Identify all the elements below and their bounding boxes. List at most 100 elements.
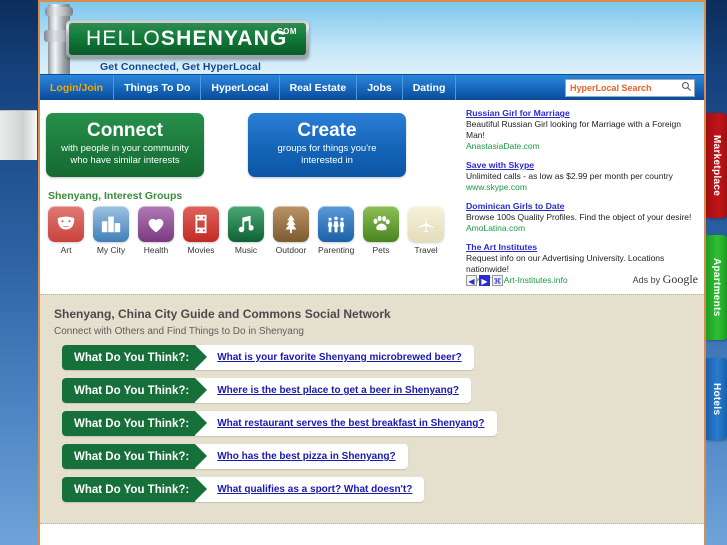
group-music-label: Music xyxy=(234,245,258,255)
question-tag: What Do You Think?: xyxy=(62,345,208,370)
main-navigation: Login/Join Things To Do HyperLocal Real … xyxy=(40,74,704,100)
nav-item-hyperlocal[interactable]: HyperLocal xyxy=(201,75,280,100)
logo-bold-part: SHENYANG xyxy=(160,27,288,50)
ad-item[interactable]: Save with Skype Unlimited calls - as low… xyxy=(466,160,698,193)
google-ads-panel: Russian Girl for Marriage Beautiful Russ… xyxy=(466,108,698,286)
film-strip-icon xyxy=(183,206,219,242)
question-row[interactable]: What Do You Think?: What is your favorit… xyxy=(62,345,474,370)
connect-subtitle: with people in your community who have s… xyxy=(61,143,189,166)
group-parenting-label: Parenting xyxy=(318,245,355,255)
question-link[interactable]: Where is the best place to get a beer in… xyxy=(217,385,459,396)
logo-sign-plate: HELLOSHENYANG .COM xyxy=(69,23,306,55)
group-outdoor[interactable]: Outdoor xyxy=(273,206,309,255)
side-tab-apartments[interactable]: Apartments xyxy=(706,235,727,340)
group-movies[interactable]: Movies xyxy=(183,206,219,255)
interest-groups-label: Shenyang, Interest Groups xyxy=(48,190,183,202)
ads-attribution: Ads by Google xyxy=(632,272,698,286)
city-guide-section: Shenyang, China City Guide and Commons S… xyxy=(40,294,704,524)
connect-button[interactable]: Connect with people in your community wh… xyxy=(46,113,204,177)
group-outdoor-label: Outdoor xyxy=(275,245,307,255)
page-container: HELLOSHENYANG .COM Get Connected, Get Hy… xyxy=(38,0,706,545)
logo-tld: .COM xyxy=(274,27,297,36)
ad-description: Unlimited calls - as low as $2.99 per mo… xyxy=(466,171,673,181)
group-art-label: Art xyxy=(60,245,72,255)
ads-attribution-prefix: Ads by xyxy=(632,275,663,285)
question-row[interactable]: What Do You Think?: What qualifies as a … xyxy=(62,477,425,502)
ad-description: Browse 100s Quality Profiles. Find the o… xyxy=(466,212,692,222)
group-my-city[interactable]: My City xyxy=(93,206,129,255)
search-box[interactable] xyxy=(565,79,695,97)
nav-item-things-to-do[interactable]: Things To Do xyxy=(114,75,202,100)
ad-title-link[interactable]: Russian Girl for Marriage xyxy=(466,108,698,119)
promo-buttons: Connect with people in your community wh… xyxy=(46,113,406,177)
nav-item-jobs[interactable]: Jobs xyxy=(357,75,403,100)
group-movies-label: Movies xyxy=(187,245,215,255)
side-tab-marketplace[interactable]: Marketplace xyxy=(706,113,727,218)
guide-subheading: Connect with Others and Find Things to D… xyxy=(54,326,304,337)
music-note-icon xyxy=(228,206,264,242)
question-tag: What Do You Think?: xyxy=(62,444,208,469)
group-art[interactable]: Art xyxy=(48,206,84,255)
site-tagline: Get Connected, Get HyperLocal xyxy=(100,61,262,73)
group-pets[interactable]: Pets xyxy=(363,206,399,255)
question-tag: What Do You Think?: xyxy=(62,477,208,502)
question-link[interactable]: What is your favorite Shenyang microbrew… xyxy=(217,352,462,363)
connect-title: Connect xyxy=(87,120,163,141)
search-input[interactable] xyxy=(566,83,678,93)
ads-info-icon[interactable]: ⌘ xyxy=(492,274,503,286)
question-tag: What Do You Think?: xyxy=(62,411,208,436)
ads-next-arrow-icon[interactable]: ▶ xyxy=(479,274,490,286)
create-title: Create xyxy=(297,120,357,141)
side-tab-hotels[interactable]: Hotels xyxy=(706,358,727,440)
nav-item-dating[interactable]: Dating xyxy=(403,75,457,100)
group-travel[interactable]: Travel xyxy=(408,206,444,255)
city-buildings-icon xyxy=(93,206,129,242)
ad-title-link[interactable]: Dominican Girls to Date xyxy=(466,201,698,212)
search-icon[interactable] xyxy=(678,81,694,95)
group-travel-label: Travel xyxy=(414,245,438,255)
create-subtitle: groups for things you're interested in xyxy=(277,143,377,166)
question-link[interactable]: Who has the best pizza in Shenyang? xyxy=(217,451,395,462)
nav-item-real-estate[interactable]: Real Estate xyxy=(280,75,358,100)
group-health[interactable]: Health xyxy=(138,206,174,255)
ad-description: Beautiful Russian Girl looking for Marri… xyxy=(466,119,681,140)
ads-attribution-brand: Google xyxy=(662,272,698,286)
pine-tree-icon xyxy=(273,206,309,242)
main-content: Connect with people in your community wh… xyxy=(40,100,704,294)
ad-item[interactable]: Dominican Girls to Date Browse 100s Qual… xyxy=(466,201,698,234)
ad-title-link[interactable]: The Art Institutes xyxy=(466,242,698,253)
heart-pulse-icon xyxy=(138,206,174,242)
ad-url: AnastasiaDate.com xyxy=(466,141,540,151)
ads-prev-arrow-icon[interactable]: ◀ xyxy=(466,274,477,286)
question-row[interactable]: What Do You Think?: Where is the best pl… xyxy=(62,378,471,403)
logo-text: HELLOSHENYANG xyxy=(86,27,288,51)
guide-heading: Shenyang, China City Guide and Commons S… xyxy=(54,307,391,321)
create-button[interactable]: Create groups for things you're interest… xyxy=(248,113,406,177)
site-logo[interactable]: HELLOSHENYANG .COM xyxy=(66,20,309,58)
question-link[interactable]: What restaurant serves the best breakfas… xyxy=(217,418,484,429)
ad-url: www.skype.com xyxy=(466,182,527,192)
nav-item-login-join[interactable]: Login/Join xyxy=(40,75,115,100)
site-header: HELLOSHENYANG .COM Get Connected, Get Hy… xyxy=(40,0,704,74)
group-parenting[interactable]: Parenting xyxy=(318,206,354,255)
question-tag: What Do You Think?: xyxy=(62,378,208,403)
group-music[interactable]: Music xyxy=(228,206,264,255)
ad-url: AmoLatina.com xyxy=(466,223,526,233)
ads-footer: ◀ ▶ ⌘ Ads by Google xyxy=(466,272,698,286)
left-edge-tab[interactable] xyxy=(0,110,37,160)
question-row[interactable]: What Do You Think?: What restaurant serv… xyxy=(62,411,497,436)
ad-item[interactable]: Russian Girl for Marriage Beautiful Russ… xyxy=(466,108,698,152)
interest-groups-list: Art My City Health Movies Music Outdoor … xyxy=(48,206,444,255)
airplane-icon xyxy=(408,206,444,242)
question-row[interactable]: What Do You Think?: Who has the best piz… xyxy=(62,444,408,469)
question-list: What Do You Think?: What is your favorit… xyxy=(62,345,497,510)
logo-thin-part: HELLO xyxy=(86,27,161,50)
family-people-icon xyxy=(318,206,354,242)
ad-title-link[interactable]: Save with Skype xyxy=(466,160,698,171)
paw-print-icon xyxy=(363,206,399,242)
theater-masks-icon xyxy=(48,206,84,242)
group-health-label: Health xyxy=(143,245,169,255)
group-pets-label: Pets xyxy=(372,245,390,255)
group-my-city-label: My City xyxy=(96,245,126,255)
question-link[interactable]: What qualifies as a sport? What doesn't? xyxy=(217,484,412,495)
